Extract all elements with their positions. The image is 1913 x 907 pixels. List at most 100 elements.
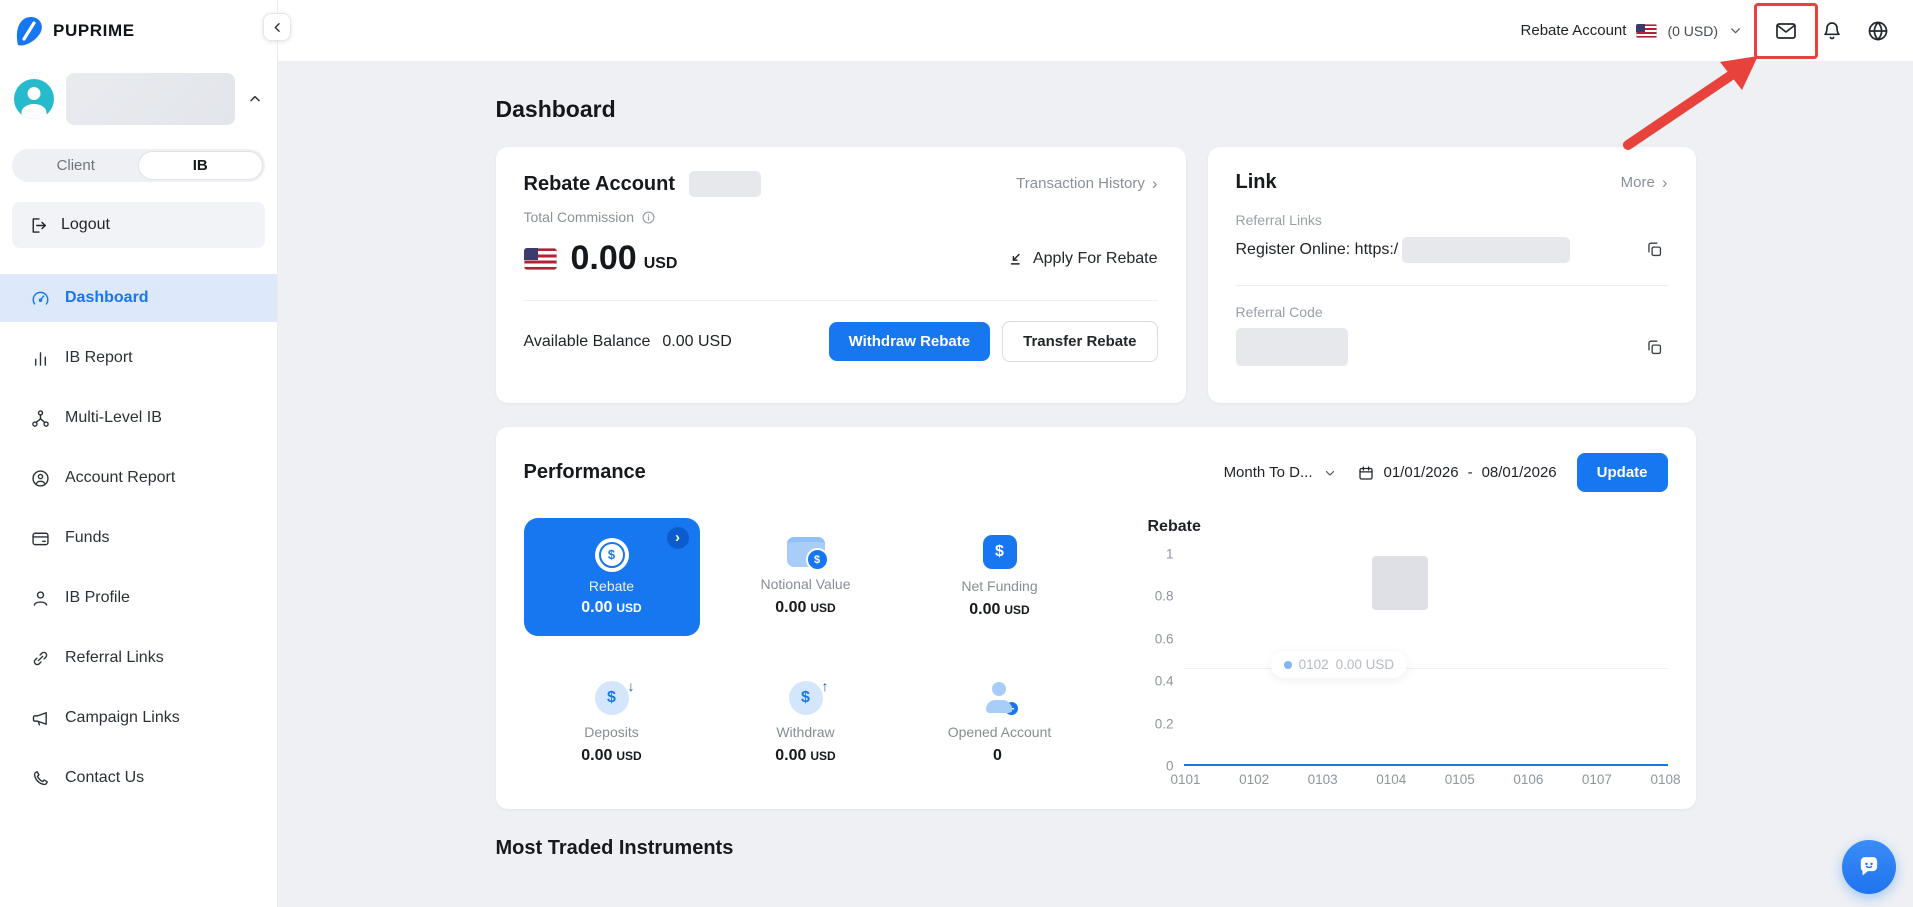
account-balance: (0 USD) [1667, 22, 1718, 39]
tile-label: Opened Account [947, 724, 1052, 740]
sidebar-item-label: IB Profile [65, 589, 130, 606]
copy-referral-code-button[interactable] [1641, 334, 1668, 361]
calendar-icon [1358, 465, 1373, 480]
tile-net-funding[interactable]: Net Funding 0.00USD [912, 518, 1088, 636]
date-end: 08/01/2026 [1481, 464, 1557, 481]
bar-chart-icon [34, 351, 47, 366]
performance-title: Performance [523, 461, 646, 483]
sidebar-item-funds[interactable]: Funds [0, 514, 277, 562]
withdraw-rebate-button[interactable]: Withdraw Rebate [828, 322, 991, 361]
available-balance-label: Available Balance [523, 332, 651, 350]
tile-withdraw[interactable]: Withdraw 0.00USD [718, 664, 894, 782]
tile-unit: USD [616, 749, 642, 763]
main-area: Rebate Account (0 USD) Dashboard Rebate … [278, 0, 1913, 907]
chat-bubble-icon [1860, 857, 1878, 876]
person-circle-icon [32, 469, 49, 487]
coin-dollar-icon [594, 537, 629, 572]
referral-links-label: Referral Links [1235, 212, 1322, 228]
sidebar-collapse-button[interactable] [263, 13, 291, 41]
link-card: Link More Referral Links Register Online… [1207, 147, 1696, 403]
puprime-logo-icon [16, 16, 42, 46]
more-link[interactable]: More [1621, 173, 1668, 193]
tile-value: 0.00 [581, 747, 613, 764]
sidebar-item-label: Referral Links [65, 649, 164, 666]
phone-icon [33, 770, 48, 785]
sidebar-item-referral-links[interactable]: Referral Links [0, 634, 277, 682]
sidebar-item-ib-report[interactable]: IB Report [0, 334, 277, 382]
sidebar-item-multi-level-ib[interactable]: Multi-Level IB [0, 394, 277, 442]
sidebar-item-label: Campaign Links [65, 709, 180, 726]
x-tick: 0107 [1581, 772, 1612, 787]
sidebar-menu: Dashboard IB Report Multi-Level IB Accou… [0, 274, 277, 802]
date-range-dropdown[interactable]: Month To D... [1224, 464, 1337, 481]
update-button[interactable]: Update [1576, 453, 1668, 492]
sidebar-item-account-report[interactable]: Account Report [0, 454, 277, 502]
tile-value: 0.00 [775, 599, 807, 616]
us-flag-icon [1636, 23, 1658, 38]
chart-data-line [1183, 764, 1668, 766]
notifications-button[interactable] [1815, 14, 1849, 48]
chevron-down-icon [1325, 470, 1334, 476]
divider [523, 300, 1158, 301]
username-redacted [66, 73, 235, 125]
sidebar-item-contact-us[interactable]: Contact Us [0, 754, 277, 802]
x-tick: 0103 [1307, 772, 1338, 787]
tile-opened-account[interactable]: Opened Account 0 [912, 664, 1088, 782]
date-separator: - [1467, 464, 1473, 481]
x-tick: 0105 [1444, 772, 1475, 787]
apply-for-rebate-link[interactable]: Apply For Rebate [1007, 250, 1158, 268]
toggle-client[interactable]: Client [14, 151, 138, 180]
y-tick: 0.2 [1154, 716, 1174, 732]
x-tick: 0106 [1513, 772, 1544, 787]
sidebar-item-ib-profile[interactable]: IB Profile [0, 574, 277, 622]
account-type-toggle: Client IB [12, 149, 265, 182]
transfer-rebate-button[interactable]: Transfer Rebate [1002, 321, 1158, 362]
performance-tiles: Rebate 0.00USD Notional Value 0.00USD Ne… [523, 518, 1092, 782]
y-tick: 0.4 [1154, 673, 1174, 689]
tile-value: 0.00 [969, 601, 1001, 618]
sidebar-item-label: IB Report [65, 349, 133, 366]
transaction-history-link[interactable]: Transaction History [1016, 174, 1157, 194]
tile-deposits[interactable]: Deposits 0.00USD [524, 664, 700, 782]
page-title: Dashboard [495, 96, 616, 122]
referral-code-redacted [1235, 328, 1348, 366]
copy-icon [1647, 339, 1661, 354]
logout-label: Logout [61, 216, 110, 233]
tile-unit: USD [1004, 603, 1030, 617]
language-button[interactable] [1861, 14, 1895, 48]
sidebar-item-label: Multi-Level IB [65, 409, 162, 426]
toggle-ib[interactable]: IB [137, 151, 263, 180]
tile-value: 0.00 [581, 598, 613, 616]
date-start: 01/01/2026 [1383, 464, 1459, 481]
gauge-icon [32, 291, 49, 305]
chart-x-axis: 0101 0102 0103 0104 0105 0106 0107 0108 [1171, 772, 1681, 787]
copy-icon [1647, 242, 1661, 257]
chart-plot-area: 0102 0.00 USD 0101 0102 0103 0104 0105 0… [1171, 554, 1680, 787]
chat-button[interactable] [1842, 840, 1896, 894]
megaphone-icon [32, 711, 47, 726]
sidebar-item-campaign-links[interactable]: Campaign Links [0, 694, 277, 742]
logout-icon [32, 217, 47, 233]
logout-button[interactable]: Logout [12, 202, 265, 248]
copy-referral-link-button[interactable] [1641, 236, 1668, 263]
profile-section[interactable] [14, 73, 263, 125]
date-range-picker[interactable]: 01/01/2026 - 08/01/2026 [1357, 464, 1557, 482]
person-icon [33, 590, 48, 606]
mail-button[interactable] [1754, 2, 1818, 59]
register-online-text: Register Online: https:/ [1235, 240, 1399, 258]
tile-rebate[interactable]: Rebate 0.00USD [523, 518, 700, 636]
chart-guideline [1183, 667, 1668, 669]
tile-notional-value[interactable]: Notional Value 0.00USD [718, 518, 894, 636]
mail-icon [1776, 22, 1796, 39]
commission-currency: USD [643, 254, 678, 272]
sidebar-item-dashboard[interactable]: Dashboard [0, 274, 277, 322]
us-flag-icon-large [523, 247, 557, 270]
tooltip-x: 0102 [1298, 657, 1329, 673]
x-tick: 0101 [1170, 772, 1201, 787]
sidebar-item-label: Dashboard [65, 289, 149, 306]
withdraw-dollar-icon [788, 678, 829, 715]
rebate-account-selector[interactable]: Rebate Account (0 USD) [1521, 22, 1743, 39]
rebate-account-label: Rebate Account [1520, 22, 1627, 39]
wallet-dollar-icon [786, 537, 829, 571]
info-icon[interactable] [641, 210, 656, 225]
